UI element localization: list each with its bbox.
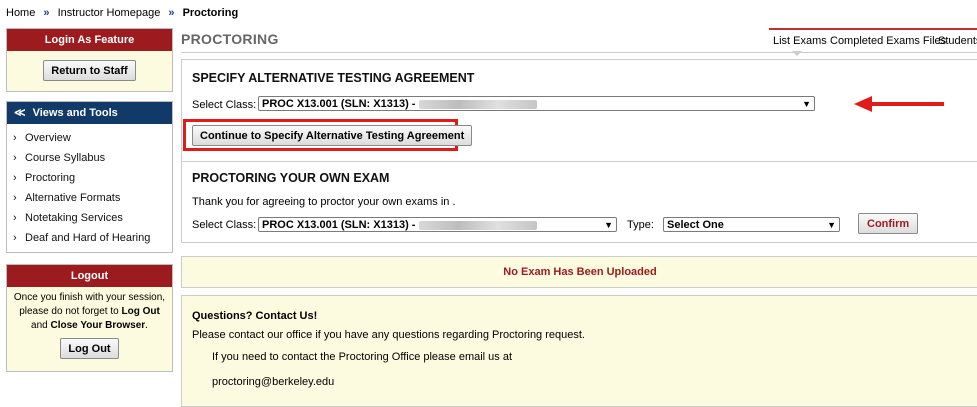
own-select-class-dropdown[interactable]: PROC X13.001 (SLN: X1313) - ▼ xyxy=(258,217,617,232)
chevron-down-icon: ▼ xyxy=(604,220,613,230)
logout-title: Logout xyxy=(7,265,172,287)
breadcrumb-separator-icon: » xyxy=(168,7,175,19)
chevron-right-icon: › xyxy=(13,232,17,244)
sidebar-item-label: Notetaking Services xyxy=(25,212,123,224)
chevron-down-icon: ▼ xyxy=(802,99,811,109)
breadcrumb: Home » Instructor Homepage » Proctoring xyxy=(6,7,238,19)
continue-alt-agreement-button[interactable]: Continue to Specify Alternative Testing … xyxy=(192,125,473,146)
sidebar-item-notetaking[interactable]: › Notetaking Services xyxy=(7,208,172,228)
logout-message-line: and Close Your Browser. xyxy=(31,320,148,331)
logout-message-line: please do not forget to Log Out xyxy=(19,306,160,317)
type-label: Type: xyxy=(627,219,654,231)
double-chevron-down-icon: ≪ xyxy=(14,107,26,119)
breadcrumb-current: Proctoring xyxy=(182,7,239,19)
contact-line: If you need to contact the Proctoring Of… xyxy=(212,351,513,363)
tab-list-exams[interactable]: List Exams xyxy=(769,28,831,52)
tab-pointer-icon xyxy=(792,51,802,56)
own-exam-title: PROCTORING YOUR OWN EXAM xyxy=(192,171,390,185)
confirm-button[interactable]: Confirm xyxy=(858,213,919,234)
chevron-right-icon: › xyxy=(13,132,17,144)
header-divider xyxy=(181,52,977,53)
redacted-text xyxy=(418,220,537,230)
own-exam-section: PROCTORING YOUR OWN EXAM Thank you for a… xyxy=(181,160,977,243)
sidebar-item-course-syllabus[interactable]: › Course Syllabus xyxy=(7,148,172,168)
breadcrumb-separator-icon: » xyxy=(43,7,50,19)
contact-line: Please contact our office if you have an… xyxy=(192,329,585,341)
sidebar-item-label: Proctoring xyxy=(25,172,76,184)
page-title: PROCTORING xyxy=(181,31,279,47)
chevron-right-icon: › xyxy=(13,212,17,224)
chevron-right-icon: › xyxy=(13,192,17,204)
breadcrumb-home-link[interactable]: Home xyxy=(6,7,35,19)
sidebar-item-deaf-hard-of-hearing[interactable]: › Deaf and Hard of Hearing xyxy=(7,228,172,248)
sidebar-item-proctoring[interactable]: › Proctoring xyxy=(7,168,172,188)
annotation-arrow-icon xyxy=(854,96,944,112)
alt-select-class-dropdown[interactable]: PROC X13.001 (SLN: X1313) - ▼ xyxy=(258,96,815,111)
logout-panel: Logout Once you finish with your session… xyxy=(6,264,173,372)
alt-agreement-section: SPECIFY ALTERNATIVE TESTING AGREEMENT Se… xyxy=(181,59,977,162)
contact-email[interactable]: proctoring@berkeley.edu xyxy=(212,376,334,388)
views-tools-header[interactable]: ≪ Views and Tools xyxy=(7,102,172,124)
own-select-class-label: Select Class: xyxy=(192,219,257,231)
sidebar-item-label: Overview xyxy=(25,132,71,144)
login-as-panel: Login As Feature Return to Staff xyxy=(6,28,173,92)
type-dropdown[interactable]: Select One ▼ xyxy=(663,217,840,232)
log-out-button[interactable]: Log Out xyxy=(60,338,119,359)
contact-title: Questions? Contact Us! xyxy=(192,310,318,322)
chevron-right-icon: › xyxy=(13,152,17,164)
contact-section: Questions? Contact Us! Please contact ou… xyxy=(181,295,977,407)
login-as-title: Login As Feature xyxy=(7,29,172,51)
views-tools-panel: ≪ Views and Tools › Overview › Course Syll… xyxy=(6,101,173,253)
redacted-text xyxy=(418,99,537,109)
sidebar-item-label: Deaf and Hard of Hearing xyxy=(25,232,151,244)
logout-message-line: Once you finish with your session, xyxy=(13,292,166,303)
sidebar-item-alternative-formats[interactable]: › Alternative Formats xyxy=(7,188,172,208)
sidebar-item-overview[interactable]: › Overview xyxy=(7,128,172,148)
return-to-staff-button[interactable]: Return to Staff xyxy=(43,60,136,81)
tab-completed-exams-files[interactable]: Completed Exams Files xyxy=(826,28,951,52)
alt-agreement-title: SPECIFY ALTERNATIVE TESTING AGREEMENT xyxy=(192,71,475,85)
breadcrumb-instructor-link[interactable]: Instructor Homepage xyxy=(58,7,161,19)
sidebar-item-label: Alternative Formats xyxy=(25,192,121,204)
no-exam-notice: No Exam Has Been Uploaded xyxy=(181,256,977,288)
chevron-right-icon: › xyxy=(13,172,17,184)
views-tools-title: Views and Tools xyxy=(32,107,118,119)
chevron-down-icon: ▼ xyxy=(827,220,836,230)
own-exam-thanks: Thank you for agreeing to proctor your o… xyxy=(192,196,456,208)
no-exam-message: No Exam Has Been Uploaded xyxy=(503,266,657,278)
sidebar-item-label: Course Syllabus xyxy=(25,152,106,164)
tab-students[interactable]: Students xyxy=(934,28,977,52)
alt-select-class-label: Select Class: xyxy=(192,99,257,111)
